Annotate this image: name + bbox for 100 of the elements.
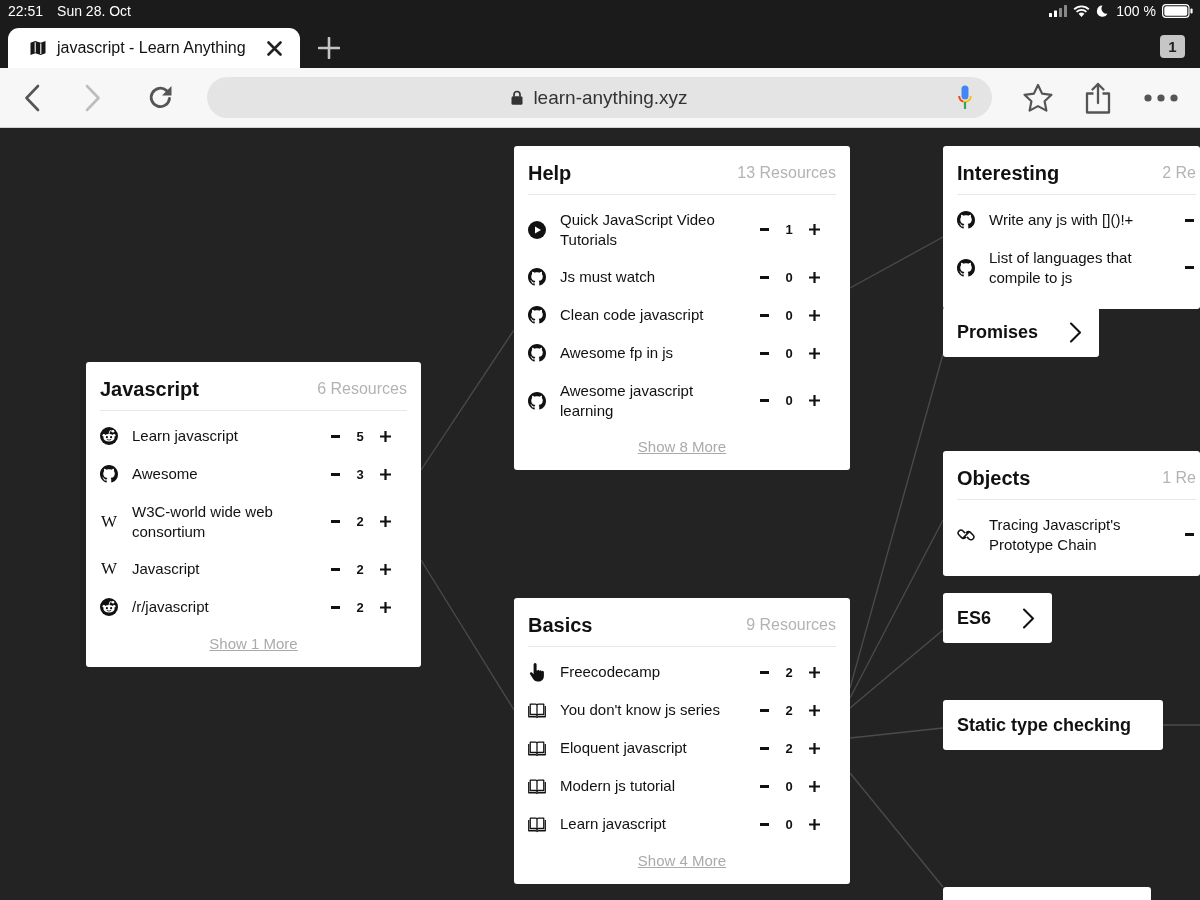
cat-icon [100, 465, 118, 483]
resource-link[interactable]: Awesome fp in js [560, 343, 757, 363]
resource-link[interactable]: Javascript [132, 559, 328, 579]
topic-node[interactable]: Static type checking [943, 700, 1163, 750]
clock-time: 22:51 [8, 3, 44, 19]
vote-count: 0 [784, 393, 794, 408]
minus-icon [1184, 533, 1194, 536]
alien-face-icon [100, 427, 118, 445]
chevron-left-icon [24, 83, 40, 112]
vote-count: 0 [784, 816, 794, 832]
resource-link[interactable]: Write any js with []()!+ [989, 210, 1182, 230]
resource-link[interactable]: List of languages that compile to js [989, 248, 1182, 287]
resource-link[interactable]: Clean code javascript [560, 305, 757, 325]
plus-icon [379, 468, 391, 480]
resource-link[interactable]: Learn javascript [560, 814, 757, 834]
minus-icon [759, 313, 769, 317]
resource-link[interactable]: Learn javascript [132, 426, 328, 446]
moon-icon [1096, 5, 1109, 17]
topic-node[interactable]: ES6 [943, 593, 1052, 643]
tab-switcher-button[interactable]: 1 [1160, 34, 1185, 58]
minus-icon [759, 351, 769, 355]
resource-link[interactable]: Tracing Javascript's Prototype Chain [989, 515, 1182, 554]
plus-icon [808, 666, 820, 678]
open-book-icon [528, 777, 546, 795]
wifi-icon [1073, 5, 1091, 17]
cat-icon [528, 344, 546, 362]
status-date: Sun 28. Oct [57, 3, 131, 19]
resource-link[interactable]: /r/javascript [132, 597, 328, 617]
open-book-icon [528, 739, 546, 757]
resource-link[interactable]: Awesome javascript learning [560, 381, 757, 420]
minus-icon [759, 822, 769, 826]
plus-icon [379, 430, 391, 442]
minus-icon [759, 399, 769, 402]
plus-icon [808, 704, 820, 716]
microphone-icon [958, 85, 972, 110]
plus-icon [808, 742, 820, 754]
resource-link[interactable]: Awesome [132, 464, 328, 484]
pointing-hand-icon [529, 662, 545, 682]
minus-icon [330, 434, 340, 438]
close-icon [267, 40, 282, 56]
share-icon [1085, 81, 1111, 114]
resource-count: 6 Resources [317, 380, 407, 398]
resource-link[interactable]: Js must watch [560, 267, 757, 287]
chevron-right-icon [85, 83, 101, 112]
minus-icon [759, 784, 769, 788]
vote-count: 1 [784, 222, 794, 237]
vote-count: 5 [355, 428, 365, 444]
lock-icon [511, 90, 524, 105]
address-field[interactable]: learn-anything.xyz [207, 77, 992, 118]
minus-icon [759, 708, 769, 712]
play-icon [528, 220, 546, 239]
new-tab-button[interactable] [318, 37, 340, 59]
vote-count: 0 [784, 345, 794, 361]
minus-icon [330, 520, 340, 523]
letter-icon: W [100, 512, 117, 531]
more-icon [1144, 93, 1178, 102]
vote-count: 2 [784, 702, 794, 718]
plus-icon [808, 271, 820, 283]
resource-link[interactable]: Eloquent javascript [560, 738, 757, 758]
card-title: Basics [528, 613, 593, 638]
plus-icon [808, 224, 820, 235]
minus-icon [330, 567, 340, 571]
topic-node[interactable]: Promises [943, 307, 1099, 357]
cat-icon [528, 306, 546, 324]
cat-icon [957, 211, 975, 229]
resource-count: 13 Resources [737, 164, 836, 182]
star-icon [1022, 82, 1054, 113]
vote-count: 0 [784, 269, 794, 285]
open-book-icon [528, 701, 546, 719]
minus-icon [759, 228, 769, 231]
browser-tab[interactable]: javascript - Learn Anything [8, 28, 300, 68]
plus-icon [379, 601, 391, 613]
vote-count: 0 [784, 778, 794, 794]
plus-icon [808, 780, 820, 792]
close-tab-button[interactable] [267, 40, 282, 56]
minus-icon [330, 472, 340, 476]
card-title: Objects [957, 466, 1031, 491]
card-title: Javascript [100, 377, 199, 402]
plus-icon [379, 516, 391, 527]
resource-link[interactable]: Modern js tutorial [560, 776, 757, 796]
minus-icon [1184, 266, 1194, 269]
resource-link[interactable]: Freecodecamp [560, 662, 757, 682]
plus-icon [808, 347, 820, 359]
battery-percent: 100 % [1116, 3, 1156, 19]
map-icon [30, 40, 46, 56]
cat-icon [957, 258, 975, 277]
alien-face-icon [100, 598, 118, 616]
minus-icon [330, 605, 340, 609]
signal-icon [1049, 5, 1068, 17]
letter-icon: W [100, 560, 117, 578]
resource-count: 2 Re [1162, 164, 1196, 182]
minus-icon [1184, 218, 1194, 222]
vote-count: 2 [355, 561, 365, 577]
resource-link[interactable]: Quick JavaScript Video Tutorials [560, 210, 757, 249]
vote-count: 2 [355, 514, 365, 529]
battery-icon [1162, 4, 1193, 18]
resource-link[interactable]: You don't know js series [560, 700, 757, 720]
resource-count: 9 Resources [746, 616, 836, 634]
resource-link[interactable]: W3C-world wide web consortium [132, 502, 328, 541]
card-title: Interesting [957, 161, 1060, 186]
